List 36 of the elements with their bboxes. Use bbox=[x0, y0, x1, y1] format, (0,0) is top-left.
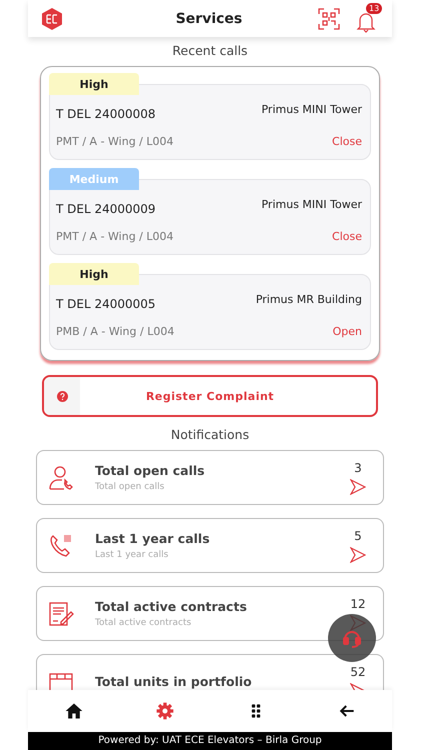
register-complaint-button[interactable]: Register Complaint bbox=[42, 375, 378, 417]
building-name: Primus MINI Tower bbox=[261, 198, 362, 213]
notification-subtitle: Last 1 year calls bbox=[95, 550, 170, 560]
call-number: T DEL 24000005 bbox=[56, 297, 157, 311]
notification-title: Last 1 year calls bbox=[95, 531, 211, 546]
call-status: Open bbox=[332, 325, 362, 338]
notification-subtitle: Total active contracts bbox=[95, 618, 192, 628]
notification-card[interactable]: Total open calls Total open calls 3 bbox=[36, 450, 384, 505]
call-status: Close bbox=[331, 135, 362, 148]
notification-title: Total units in portfolio bbox=[95, 674, 253, 689]
priority-tag: High bbox=[49, 263, 139, 285]
priority-tag: High bbox=[49, 73, 139, 95]
page-title: Services bbox=[174, 10, 244, 26]
call-number: T DEL 24000009 bbox=[56, 202, 157, 216]
call-status: Close bbox=[331, 230, 362, 243]
notification-card[interactable]: Total active contracts Total active contracts 12 bbox=[36, 586, 384, 641]
call-location: PMT / A - Wing / L004 bbox=[56, 230, 174, 243]
building-name: Primus MINI Tower bbox=[261, 103, 362, 118]
notification-count: 52 bbox=[350, 664, 366, 678]
call-number: T DEL 24000008 bbox=[56, 107, 157, 121]
call-location: PMT / A - Wing / L004 bbox=[56, 135, 174, 148]
notification-count: 3 bbox=[354, 460, 362, 474]
section-title: Recent calls bbox=[172, 43, 248, 58]
call-location: PMB / A - Wing / L004 bbox=[56, 325, 176, 338]
building-name: Primus MR Building bbox=[256, 293, 362, 308]
notification-subtitle: Total open calls bbox=[95, 482, 166, 492]
notification-badge: 13 bbox=[366, 2, 382, 14]
notification-count: 5 bbox=[354, 528, 362, 542]
priority-tag: Medium bbox=[49, 168, 139, 190]
footer-text: Powered by: UAT ECE Elevators – Birla Group bbox=[28, 732, 392, 750]
notification-card[interactable]: Last 1 year calls Last 1 year calls 5 bbox=[36, 518, 384, 573]
notification-title: Total active contracts bbox=[95, 599, 248, 614]
notification-title: Total open calls bbox=[95, 463, 206, 478]
section-title: Notifications bbox=[170, 427, 250, 442]
notification-count: 12 bbox=[350, 596, 366, 610]
notification-card[interactable]: Total units in portfolio 52 bbox=[36, 654, 384, 690]
